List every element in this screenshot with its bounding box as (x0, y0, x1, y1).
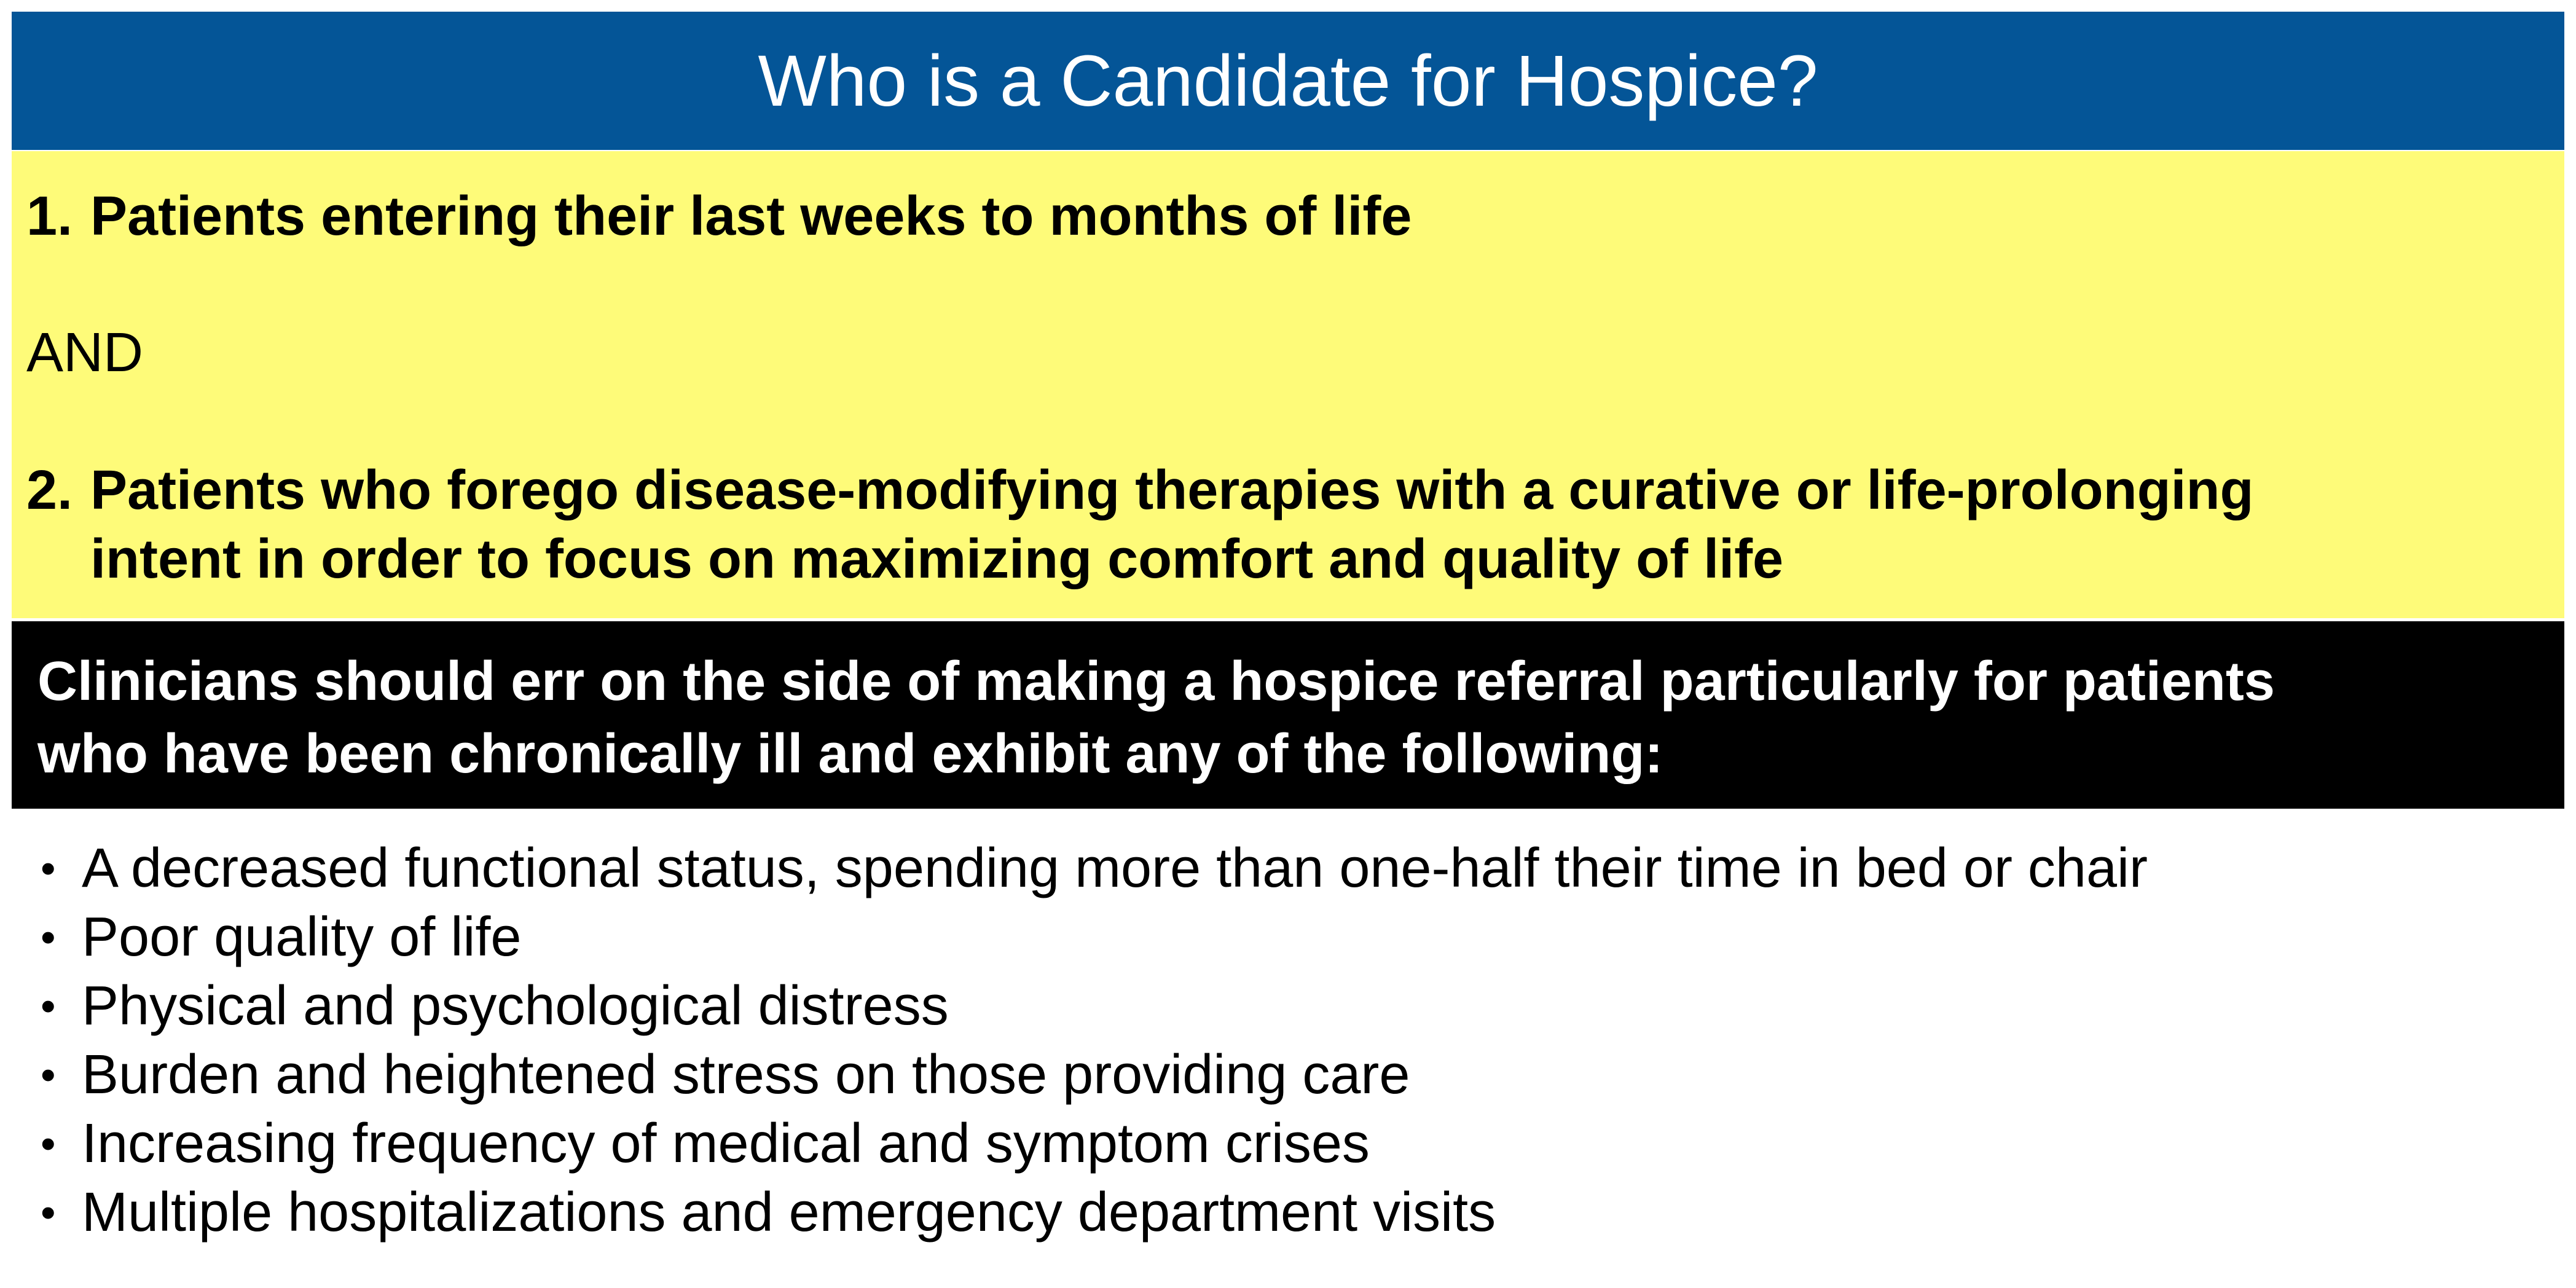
criterion-1-number: 1. (26, 186, 73, 247)
bullet-icon: • (41, 844, 56, 892)
list-item-text: Multiple hospitalizations and emergency … (82, 1182, 1496, 1243)
list-item-text: Increasing frequency of medical and symp… (82, 1113, 1370, 1174)
list-item-text: Burden and heightened stress on those pr… (82, 1044, 1410, 1105)
bullet-icon: • (41, 1120, 56, 1168)
list-item-text: Physical and psychological distress (82, 975, 949, 1037)
list-item: • Multiple hospitalizations and emergenc… (0, 1178, 2576, 1247)
list-item-text: A decreased functional status, spending … (82, 838, 2148, 899)
list-item: • A decreased functional status, spendin… (0, 834, 2576, 903)
criterion-2-text-line2: intent in order to focus on maximizing c… (90, 528, 1784, 590)
bullet-icon: • (41, 982, 56, 1030)
criterion-2-number: 2. (26, 460, 73, 521)
list-item: • Increasing frequency of medical and sy… (0, 1109, 2576, 1178)
bullet-icon: • (41, 1051, 56, 1099)
criterion-2-text-line1: Patients who forego disease-modifying th… (90, 460, 2254, 521)
criteria-conjunction: AND (26, 322, 144, 383)
list-item: • Burden and heightened stress on those … (0, 1040, 2576, 1109)
bullet-icon: • (41, 913, 56, 961)
list-item: • Physical and psychological distress (0, 972, 2576, 1040)
criterion-1-text: Patients entering their last weeks to mo… (90, 186, 1412, 247)
page-title: Who is a Candidate for Hospice? (758, 40, 1818, 122)
criterion-2: 2. Patients who forego disease-modifying … (26, 456, 2254, 525)
title-banner: Who is a Candidate for Hospice? (12, 12, 2564, 150)
referral-note-line2: who have been chronically ill and exhibi… (37, 723, 1663, 785)
criterion-1: 1. Patients entering their last weeks to … (26, 182, 1412, 251)
indicator-list: • A decreased functional status, spendin… (0, 834, 2576, 1247)
referral-note-line1: Clinicians should err on the side of mak… (37, 651, 2275, 712)
bullet-icon: • (41, 1188, 56, 1236)
list-item-text: Poor quality of life (82, 906, 522, 968)
list-item: • Poor quality of life (0, 903, 2576, 972)
